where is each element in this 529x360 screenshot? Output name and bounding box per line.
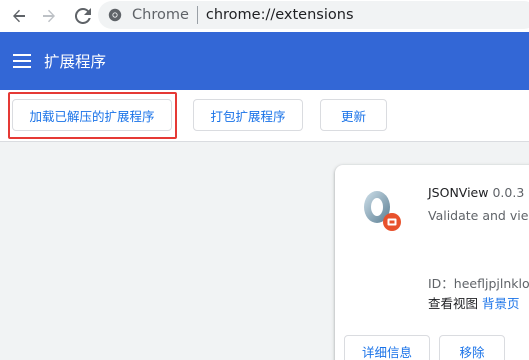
details-button[interactable]: 详细信息 — [344, 335, 430, 360]
extension-title: JSONView — [428, 185, 489, 200]
arrow-right-icon — [43, 9, 55, 23]
url-text: chrome://extensions — [205, 7, 354, 23]
page-title: 扩展程序 — [44, 53, 107, 71]
extension-description: Validate and view — [428, 208, 529, 223]
extension-name: JSONView 0.0.3 — [428, 185, 524, 200]
reload-icon — [75, 8, 91, 24]
menu-button[interactable] — [12, 51, 32, 71]
address-bar[interactable]: Chrome chrome://extensions — [98, 1, 529, 29]
extensions-header: 扩展程序 — [0, 32, 529, 90]
extension-card: JSONView 0.0.3 Validate and view ID：heefl… — [335, 165, 529, 360]
extension-version: 0.0.3 — [492, 185, 525, 200]
jsonview-icon — [357, 185, 407, 235]
browser-toolbar: Chrome chrome://extensions — [0, 0, 529, 32]
extension-id: ID：heefljpjlnkloe — [428, 276, 529, 291]
remove-button[interactable]: 移除 — [439, 335, 505, 360]
update-button[interactable]: 更新 — [320, 99, 387, 131]
forward-button[interactable] — [36, 3, 62, 29]
site-label: Chrome — [132, 7, 189, 23]
chrome-icon — [108, 8, 122, 22]
divider — [196, 6, 198, 24]
back-button[interactable] — [6, 3, 32, 29]
inspect-views-label: 查看视图 — [428, 296, 479, 311]
load-unpacked-button[interactable]: 加载已解压的扩展程序 — [12, 99, 172, 131]
hamburger-menu-icon — [13, 54, 31, 68]
pack-extension-button[interactable]: 打包扩展程序 — [193, 99, 303, 131]
arrow-left-icon — [13, 9, 25, 23]
background-page-link[interactable]: 背景页 — [482, 296, 520, 311]
reload-button[interactable] — [70, 3, 96, 29]
inspect-views: 查看视图 背景页 — [428, 293, 520, 312]
developer-toolbar: 加载已解压的扩展程序 打包扩展程序 更新 — [0, 90, 529, 142]
